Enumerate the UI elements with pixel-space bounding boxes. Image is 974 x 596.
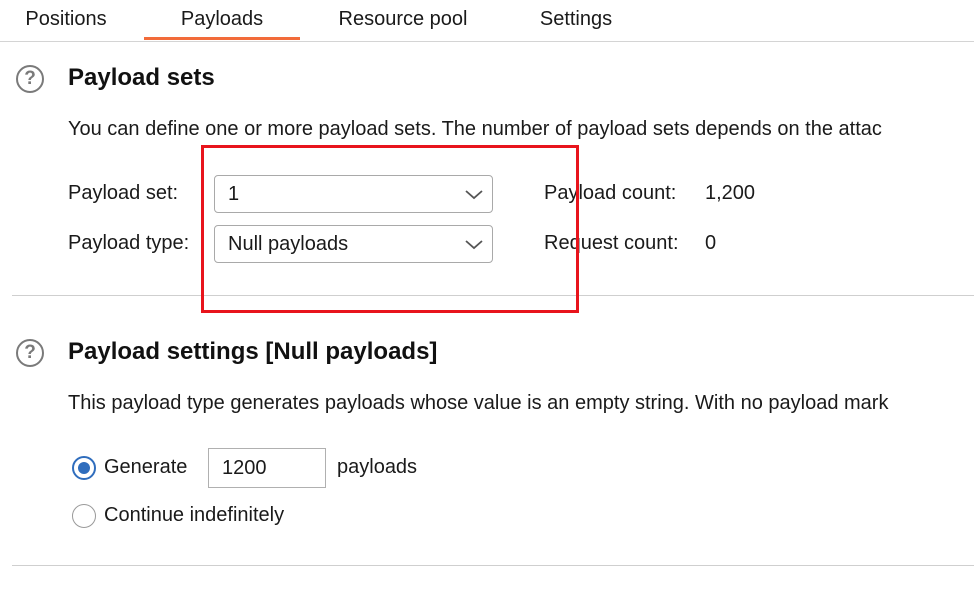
help-circle-icon[interactable]: ? — [16, 339, 44, 367]
payload-sets-title: Payload sets — [68, 64, 215, 91]
tab-positions[interactable]: Positions — [0, 0, 132, 40]
payload-count-label: Payload count: — [544, 182, 677, 204]
tab-settings[interactable]: Settings — [520, 0, 632, 40]
payload-set-dropdown[interactable]: 1 — [214, 175, 493, 213]
tab-bar: Positions Payloads Resource pool Setting… — [0, 0, 974, 42]
request-count-label: Request count: — [544, 232, 679, 254]
continue-indefinitely-radio[interactable] — [72, 504, 96, 528]
payload-type-dropdown[interactable]: Null payloads — [214, 225, 493, 263]
generate-label[interactable]: Generate — [104, 456, 187, 479]
payload-set-value: 1 — [228, 183, 240, 205]
tab-resource-pool[interactable]: Resource pool — [316, 0, 490, 40]
payload-type-label: Payload type: — [68, 232, 190, 254]
payload-count-value: 1,200 — [705, 182, 756, 204]
payload-settings-description: This payload type generates payloads who… — [68, 392, 889, 414]
generate-count-input[interactable]: 1200 — [208, 448, 326, 488]
section-divider — [12, 565, 974, 566]
chevron-down-icon — [465, 190, 483, 200]
chevron-down-icon — [465, 240, 483, 250]
payload-set-label: Payload set: — [68, 182, 179, 204]
payloads-suffix-label: payloads — [337, 456, 418, 478]
payload-settings-title: Payload settings [Null payloads] — [68, 338, 438, 365]
payload-sets-description: You can define one or more payload sets.… — [68, 118, 882, 140]
request-count-value: 0 — [705, 232, 717, 254]
payload-type-value: Null payloads — [228, 233, 349, 255]
section-divider — [12, 295, 974, 296]
tab-payloads[interactable]: Payloads — [144, 0, 300, 40]
help-circle-icon[interactable]: ? — [16, 65, 44, 93]
continue-indefinitely-label[interactable]: Continue indefinitely — [104, 504, 284, 527]
generate-radio[interactable] — [72, 456, 96, 480]
